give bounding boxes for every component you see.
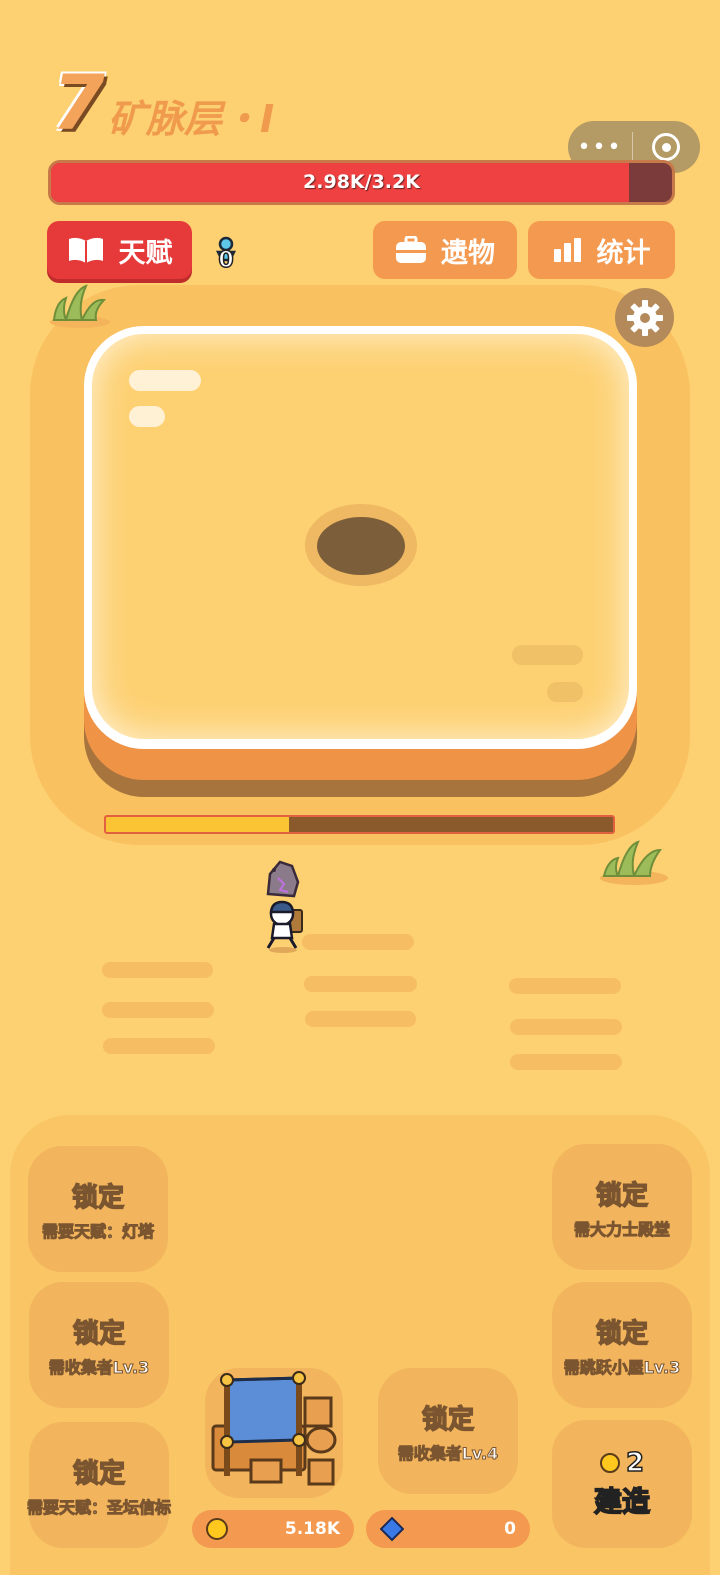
lock-requirement: 需要天赋：圣坛信标 [26, 1497, 172, 1517]
miner-character [266, 860, 303, 953]
build-button[interactable]: 2 建造 [552, 1420, 692, 1548]
grass-decoration [600, 840, 668, 885]
collector-building-slot[interactable] [205, 1368, 343, 1498]
close-target-icon[interactable] [633, 133, 699, 161]
pit-shade [547, 682, 583, 702]
sand-streak [103, 1038, 215, 1054]
locked-slot-altar-beacon[interactable]: 锁定 需要天赋：圣坛信标 [26, 1422, 172, 1548]
grass-decoration [50, 284, 110, 328]
sand-streak [509, 978, 621, 994]
pawn-count: 0 [218, 247, 235, 274]
pit-highlight [129, 406, 165, 427]
gold-value: 5.18K [284, 1519, 340, 1539]
lock-requirement: 需跳跃小屋Lv.3 [563, 1357, 681, 1377]
level-number: 7 [52, 58, 105, 147]
relic-label: 遗物 [441, 237, 495, 269]
lock-title: 锁定 [421, 1404, 475, 1436]
lock-title: 锁定 [71, 1182, 125, 1214]
level-name: 矿脉层・I [108, 97, 275, 141]
stats-label: 统计 [596, 237, 651, 269]
lock-title: 锁定 [595, 1318, 649, 1350]
sand-streak [304, 976, 417, 992]
bar-chart-icon [553, 237, 583, 263]
dig-progress-bar [104, 815, 615, 834]
build-cost: 2 [599, 1447, 645, 1479]
book-icon [67, 235, 105, 265]
sand-streak [302, 934, 414, 950]
locked-slot-collector-4[interactable]: 锁定 需收集者Lv.4 [378, 1368, 518, 1494]
pit-shade [512, 645, 583, 665]
sand-streak [305, 1011, 416, 1027]
sand-streak [510, 1019, 622, 1035]
boss-hp-bar: 2.98K/3.2K [48, 160, 675, 205]
more-icon[interactable]: ••• [568, 135, 632, 160]
sand-streak [102, 1002, 214, 1018]
sand-streak [510, 1054, 622, 1070]
relic-button[interactable]: 遗物 [373, 221, 517, 279]
pit-highlight [129, 370, 201, 391]
talent-button[interactable]: 天赋 [47, 221, 192, 279]
stats-button[interactable]: 统计 [528, 221, 675, 279]
lock-requirement: 需收集者Lv.4 [397, 1443, 499, 1463]
build-label: 建造 [593, 1484, 651, 1519]
ore-rock-icon [266, 860, 300, 898]
hp-text: 2.98K/3.2K [303, 171, 420, 193]
lock-title: 锁定 [72, 1318, 126, 1350]
build-cost-value: 2 [625, 1447, 645, 1479]
locked-slot-jump-hut[interactable]: 锁定 需跳跃小屋Lv.3 [552, 1282, 692, 1408]
dig-progress-fill [106, 817, 289, 832]
gem-value: 0 [504, 1519, 516, 1539]
briefcase-icon [395, 236, 427, 264]
lock-title: 锁定 [72, 1458, 126, 1490]
gem-counter: 0 [366, 1510, 530, 1548]
settings-button[interactable] [615, 288, 674, 347]
talent-label: 天赋 [118, 237, 173, 269]
gem-icon [380, 1517, 404, 1541]
lock-requirement: 需收集者Lv.3 [48, 1357, 150, 1377]
gear-icon [626, 299, 663, 336]
lock-title: 锁定 [595, 1180, 649, 1212]
gold-counter: 5.18K [192, 1510, 354, 1548]
mine-hole[interactable] [317, 517, 405, 575]
lock-requirement: 需要天赋：灯塔 [41, 1221, 154, 1241]
coin-icon [206, 1518, 228, 1540]
locked-slot-lighthouse[interactable]: 锁定 需要天赋：灯塔 [28, 1146, 168, 1272]
collector-building-icon [211, 1371, 337, 1486]
locked-slot-collector-3[interactable]: 锁定 需收集者Lv.3 [29, 1282, 169, 1408]
coin-icon [599, 1453, 620, 1473]
lock-requirement: 需大力士殿堂 [573, 1219, 670, 1239]
sand-streak [102, 962, 213, 978]
locked-slot-strongman-hall[interactable]: 锁定 需大力士殿堂 [552, 1144, 692, 1270]
